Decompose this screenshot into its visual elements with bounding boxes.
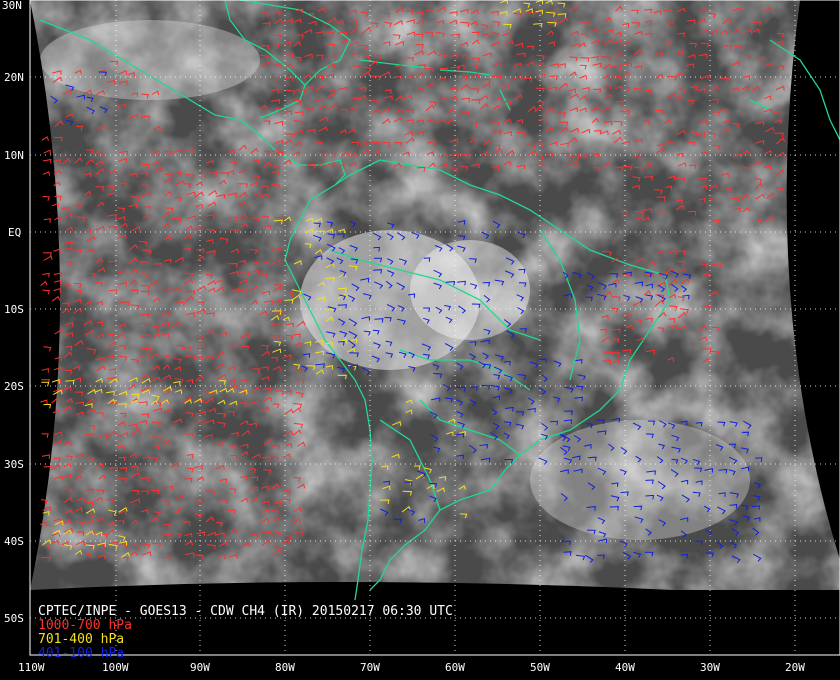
ir-image [30, 0, 840, 600]
lon-label-110w: 110W [18, 661, 45, 674]
lat-label-50s: 50S [4, 612, 24, 625]
lon-label-100w: 100W [102, 661, 129, 674]
lon-label-90w: 90W [190, 661, 210, 674]
lat-label-20s: 20S [4, 380, 24, 393]
lat-label-10n: 10N [4, 149, 24, 162]
product-title: CPTEC/INPE - GOES13 - CDW CH4 (IR) 20150… [38, 604, 453, 619]
legend-mid-level: 701-400 hPa [38, 632, 125, 647]
lon-label-20w: 20W [785, 661, 805, 674]
space-bottom [30, 590, 840, 660]
lon-label-60w: 60W [445, 661, 465, 674]
lon-label-30w: 30W [700, 661, 720, 674]
lat-label-20n: 20N [4, 71, 24, 84]
lat-label-eq: EQ [8, 226, 22, 239]
lat-label-40s: 40S [4, 535, 24, 548]
lat-label-30s: 30S [4, 458, 24, 471]
lon-label-50w: 50W [530, 661, 550, 674]
lat-label-10s: 10S [4, 303, 24, 316]
lat-label-30n: 30N [2, 0, 22, 12]
lon-label-40w: 40W [615, 661, 635, 674]
legend-high-level: 401-100 hPa [38, 646, 125, 661]
legend-low-level: 1000-700 hPa [38, 618, 132, 633]
satellite-map [29, 0, 840, 660]
lon-label-80w: 80W [275, 661, 295, 674]
lon-label-70w: 70W [360, 661, 380, 674]
